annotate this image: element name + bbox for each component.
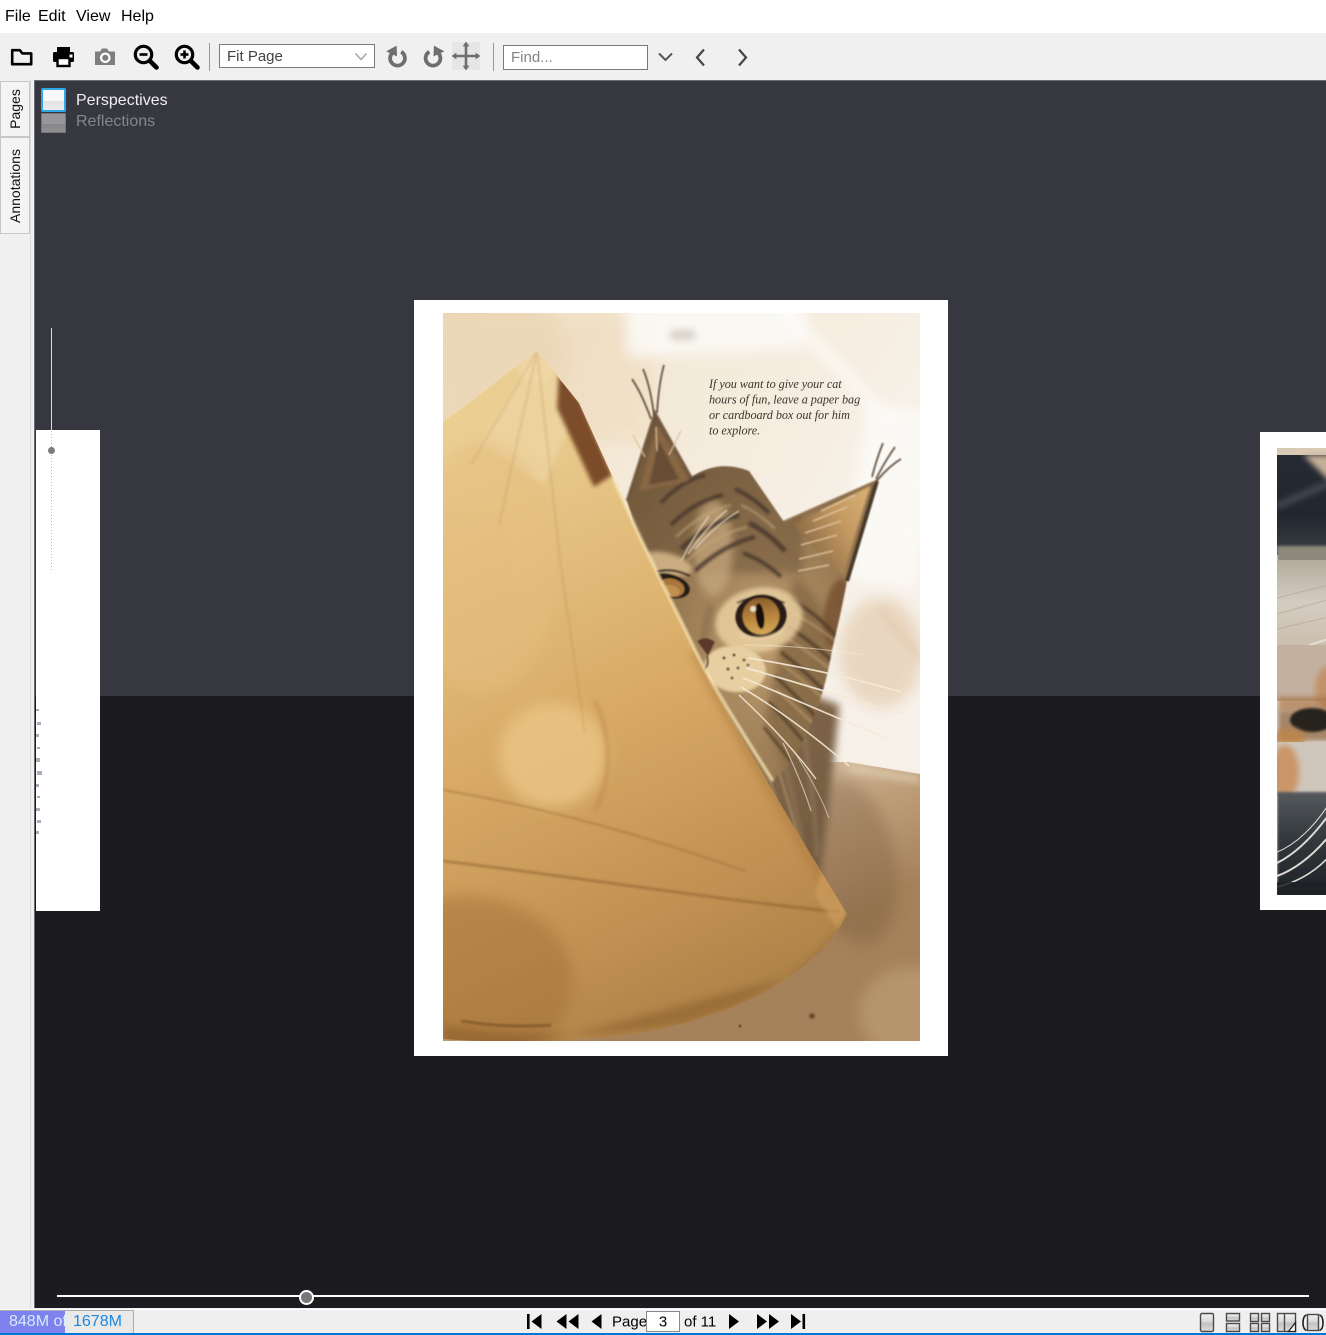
- svg-text:or cardboard box out for him: or cardboard box out for him: [709, 408, 850, 422]
- svg-text:of 11: of 11: [684, 1314, 716, 1331]
- svg-text:to explore.: to explore.: [709, 424, 760, 438]
- svg-text:3: 3: [659, 1314, 667, 1331]
- svg-text:hours of fun, leave a paper ba: hours of fun, leave a paper bag: [709, 393, 860, 407]
- svg-text:Page: Page: [612, 1314, 647, 1331]
- svg-text:If you want to give your cat: If you want to give your cat: [708, 377, 842, 391]
